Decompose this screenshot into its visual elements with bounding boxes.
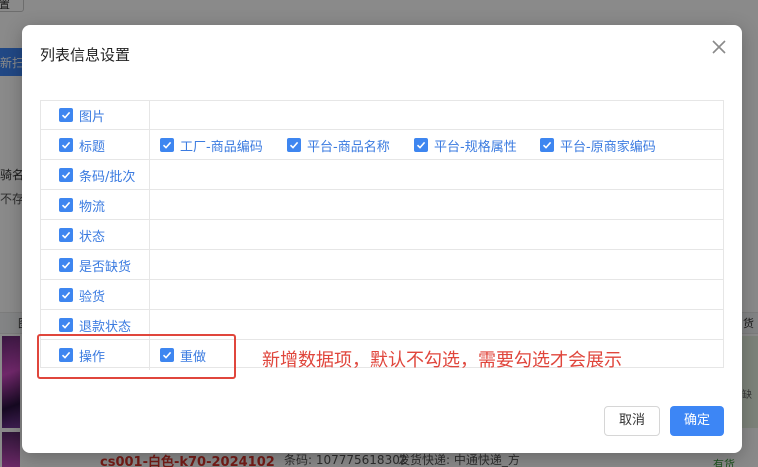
row-label[interactable]: 退款状态 — [79, 316, 131, 335]
annotation-highlight-box — [37, 334, 236, 379]
settings-row: 图片 — [41, 100, 723, 130]
sub-checkbox[interactable] — [414, 138, 428, 152]
column-divider — [149, 130, 150, 159]
sub-item-label[interactable]: 平台-商品名称 — [307, 136, 390, 155]
column-divider — [149, 160, 150, 189]
row-label[interactable]: 条码/批次 — [79, 166, 135, 185]
sub-checkbox[interactable] — [160, 138, 174, 152]
row-label[interactable]: 验货 — [79, 286, 105, 305]
sub-checkbox[interactable] — [287, 138, 301, 152]
sub-item-label[interactable]: 平台-规格属性 — [434, 136, 517, 155]
row-label[interactable]: 物流 — [79, 196, 105, 215]
column-divider — [149, 220, 150, 249]
dialog-title: 列表信息设置 — [40, 46, 131, 64]
settings-row: 验货 — [41, 280, 723, 310]
column-divider — [149, 280, 150, 309]
sub-item-label[interactable]: 平台-原商家编码 — [560, 136, 656, 155]
annotation-note: 新增数据项，默认不勾选，需要勾选才会展示 — [262, 350, 622, 371]
cancel-button[interactable]: 取消 — [604, 406, 660, 436]
checkbox[interactable] — [59, 318, 73, 332]
settings-table: 图片标题 工厂-商品编码 平台-商品名称 平台-规格属性 平台-原商家编码条码/批次物流… — [40, 100, 724, 370]
settings-row: 是否缺货 — [41, 250, 723, 280]
settings-row: 条码/批次 — [41, 160, 723, 190]
checkbox[interactable] — [59, 288, 73, 302]
close-icon[interactable] — [709, 37, 729, 57]
column-divider — [149, 100, 150, 129]
settings-row: 标题 工厂-商品编码 平台-商品名称 平台-规格属性 平台-原商家编码 — [41, 130, 723, 160]
row-label[interactable]: 标题 — [79, 136, 105, 155]
checkbox[interactable] — [59, 228, 73, 242]
settings-row: 状态 — [41, 220, 723, 250]
column-settings-dialog: 列表信息设置 图片标题 工厂-商品编码 平台-商品名称 平台-规格属性 平台-原商家编码… — [22, 25, 742, 453]
row-label[interactable]: 是否缺货 — [79, 256, 131, 275]
checkbox[interactable] — [59, 168, 73, 182]
sub-checkbox[interactable] — [540, 138, 554, 152]
checkbox[interactable] — [59, 258, 73, 272]
column-divider — [149, 190, 150, 219]
sub-item-label[interactable]: 工厂-商品编码 — [180, 136, 263, 155]
confirm-button[interactable]: 确定 — [670, 406, 724, 436]
row-label[interactable]: 图片 — [79, 106, 105, 125]
settings-row: 物流 — [41, 190, 723, 220]
checkbox[interactable] — [59, 138, 73, 152]
checkbox[interactable] — [59, 198, 73, 212]
checkbox[interactable] — [59, 108, 73, 122]
column-divider — [149, 250, 150, 279]
row-label[interactable]: 状态 — [79, 226, 105, 245]
